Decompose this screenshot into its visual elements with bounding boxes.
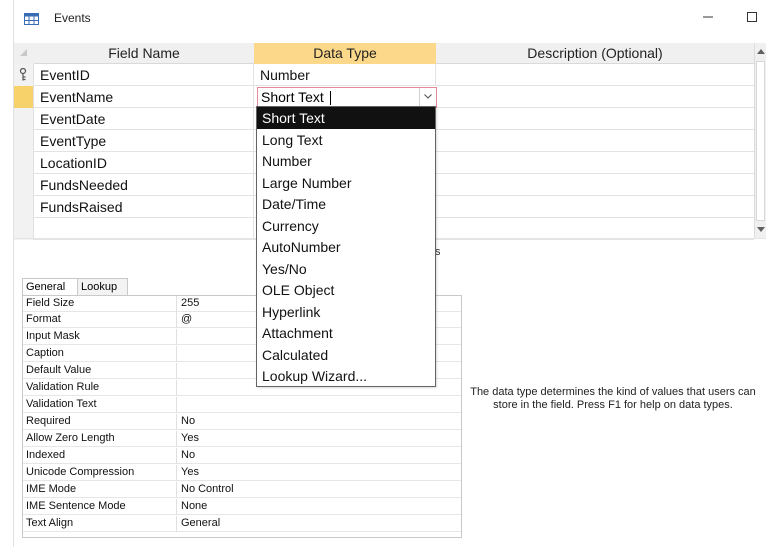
property-name: Format (23, 312, 177, 328)
property-row[interactable]: Unicode Compression Yes (23, 465, 461, 481)
property-row[interactable]: Required No (23, 414, 461, 430)
property-row[interactable]: Indexed No (23, 448, 461, 464)
dropdown-option-attachment[interactable]: Attachment (257, 322, 435, 344)
row-selector-current[interactable] (14, 86, 34, 108)
description-cell[interactable] (436, 152, 754, 174)
table-row[interactable]: EventName Short Text (14, 86, 754, 108)
property-value[interactable]: None (177, 499, 461, 515)
description-cell[interactable] (436, 218, 754, 240)
row-selector[interactable] (14, 108, 34, 130)
property-name: Allow Zero Length (23, 431, 177, 447)
description-cell[interactable] (436, 174, 754, 196)
dropdown-option-yes-no[interactable]: Yes/No (257, 258, 435, 280)
help-text: The data type determines the kind of val… (470, 386, 756, 411)
property-row[interactable]: IME Mode No Control (23, 482, 461, 498)
scroll-up-icon[interactable] (757, 49, 765, 54)
tab-general[interactable]: General (22, 278, 78, 295)
property-row[interactable]: Text Align General (23, 516, 461, 532)
row-selector[interactable] (14, 174, 34, 196)
property-name: Validation Rule (23, 380, 177, 396)
property-name: IME Mode (23, 482, 177, 498)
property-value[interactable]: No (177, 448, 461, 464)
data-type-combo[interactable]: Short Text (257, 87, 437, 108)
property-name: Validation Text (23, 397, 177, 413)
data-type-dropdown-list: Short Text Long Text Number Large Number… (256, 106, 436, 387)
property-name: Caption (23, 346, 177, 362)
property-value[interactable]: No Control (177, 482, 461, 498)
description-cell[interactable] (436, 86, 754, 108)
property-name: Default Value (23, 363, 177, 379)
minimize-button[interactable] (686, 4, 730, 30)
scroll-down-icon[interactable] (757, 227, 765, 232)
property-name: Input Mask (23, 329, 177, 345)
dropdown-option-long-text[interactable]: Long Text (257, 129, 435, 151)
close-button[interactable] (752, 4, 766, 30)
title-bar: Events (14, 0, 766, 34)
data-type-cell[interactable]: Number (254, 64, 436, 86)
field-name-cell[interactable]: LocationID (34, 152, 254, 174)
header-data-type[interactable]: Data Type (254, 43, 436, 64)
property-value[interactable]: Yes (177, 431, 461, 447)
left-edge (0, 0, 14, 547)
field-name-cell[interactable]: FundsNeeded (34, 174, 254, 196)
property-row[interactable]: Allow Zero Length Yes (23, 431, 461, 447)
grid-header: Field Name Data Type Description (Option… (14, 43, 754, 64)
field-name-cell[interactable]: EventDate (34, 108, 254, 130)
field-name-cell[interactable]: EventType (34, 130, 254, 152)
dropdown-option-lookup-wizard[interactable]: Lookup Wizard... (257, 365, 435, 387)
property-name: Required (23, 414, 177, 430)
description-cell[interactable] (436, 130, 754, 152)
dropdown-option-number[interactable]: Number (257, 150, 435, 172)
header-description[interactable]: Description (Optional) (436, 43, 754, 64)
window-title: Events (54, 11, 91, 25)
row-selector[interactable] (14, 64, 34, 86)
field-name-cell[interactable] (34, 218, 254, 240)
row-selector[interactable] (14, 196, 34, 218)
dropdown-option-short-text[interactable]: Short Text (257, 107, 435, 129)
field-name-cell[interactable]: FundsRaised (34, 196, 254, 218)
dropdown-option-calculated[interactable]: Calculated (257, 344, 435, 366)
property-name: Field Size (23, 296, 177, 312)
table-icon (24, 12, 39, 25)
property-name: IME Sentence Mode (23, 499, 177, 515)
dropdown-option-date-time[interactable]: Date/Time (257, 193, 435, 215)
description-cell[interactable] (436, 196, 754, 218)
property-value[interactable] (177, 397, 461, 413)
dropdown-option-ole-object[interactable]: OLE Object (257, 279, 435, 301)
property-name: Indexed (23, 448, 177, 464)
field-name-cell[interactable]: EventID (34, 64, 254, 86)
chevron-down-icon (424, 94, 432, 99)
property-value[interactable]: No (177, 414, 461, 430)
table-row[interactable]: EventID Number (14, 64, 754, 86)
dropdown-option-currency[interactable]: Currency (257, 215, 435, 237)
property-name: Text Align (23, 516, 177, 532)
tab-lookup[interactable]: Lookup (78, 278, 128, 295)
dropdown-option-large-number[interactable]: Large Number (257, 172, 435, 194)
data-type-combo-value[interactable]: Short Text (261, 88, 324, 107)
scroll-thumb[interactable] (756, 61, 765, 221)
primary-key-icon (19, 67, 27, 81)
vertical-scrollbar[interactable] (754, 43, 766, 238)
property-row[interactable]: Validation Text (23, 397, 461, 413)
property-name: Unicode Compression (23, 465, 177, 481)
dropdown-option-autonumber[interactable]: AutoNumber (257, 236, 435, 258)
select-all-corner[interactable] (14, 43, 34, 64)
row-selector[interactable] (14, 130, 34, 152)
dropdown-option-hyperlink[interactable]: Hyperlink (257, 301, 435, 323)
row-selector[interactable] (14, 152, 34, 174)
field-name-cell[interactable]: EventName (34, 86, 254, 108)
table-design-window: Events Field Name Data Type Description … (0, 0, 766, 547)
property-row[interactable]: IME Sentence Mode None (23, 499, 461, 515)
text-caret (330, 91, 331, 105)
header-field-name[interactable]: Field Name (34, 43, 254, 64)
description-cell[interactable] (436, 108, 754, 130)
property-value[interactable]: General (177, 516, 461, 532)
row-selector[interactable] (14, 218, 34, 240)
description-cell[interactable] (436, 64, 754, 86)
dropdown-button[interactable] (419, 88, 436, 107)
property-value[interactable]: Yes (177, 465, 461, 481)
